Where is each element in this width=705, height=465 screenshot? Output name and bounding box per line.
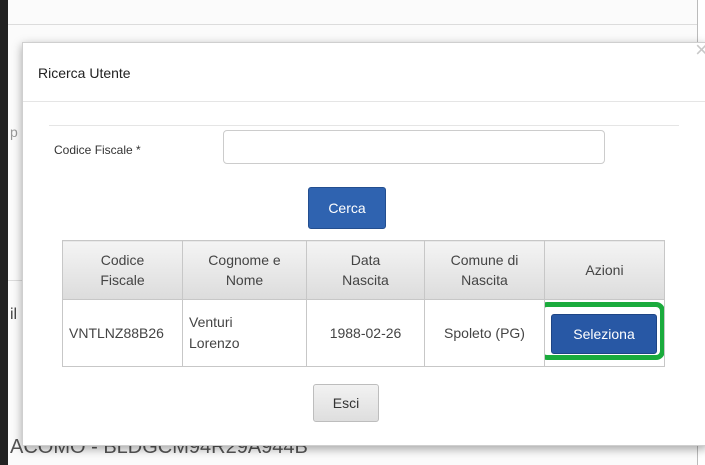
column-header-cognome-nome: Cognome e Nome [182, 240, 307, 300]
background-text-fragment: il [10, 306, 18, 323]
cell-data-nascita: 1988-02-26 [306, 299, 425, 367]
background-divider [8, 24, 697, 25]
search-button[interactable]: Cerca [308, 187, 386, 229]
form-divider [49, 125, 679, 126]
results-table: Codice Fiscale Cognome e Nome Data Nasci… [62, 240, 665, 367]
codice-fiscale-input[interactable] [223, 130, 605, 164]
window-frame-left [0, 0, 8, 465]
table-row: VNTLNZ88B26 Venturi Lorenzo 1988-02-26 S… [62, 299, 665, 367]
close-icon[interactable]: × [695, 39, 705, 61]
column-header-data-nascita: Data Nascita [306, 240, 425, 300]
background-text-fragment: p [10, 124, 18, 140]
search-user-modal: Ricerca Utente × Codice Fiscale * Cerca … [22, 39, 705, 446]
select-user-button[interactable]: Seleziona [551, 314, 657, 354]
exit-button[interactable]: Esci [313, 384, 379, 422]
cell-codice-fiscale: VNTLNZ88B26 [62, 299, 183, 367]
cell-azioni: Seleziona [544, 299, 665, 367]
column-header-azioni: Azioni [544, 240, 665, 300]
modal-header: Ricerca Utente × [23, 39, 705, 102]
cell-cognome-nome: Venturi Lorenzo [182, 299, 307, 367]
cell-comune-nascita: Spoleto (PG) [424, 299, 545, 367]
column-header-comune-nascita: Comune di Nascita [424, 240, 545, 300]
modal-title: Ricerca Utente [38, 65, 131, 81]
table-header-row: Codice Fiscale Cognome e Nome Data Nasci… [62, 240, 665, 300]
column-header-codice-fiscale: Codice Fiscale [62, 240, 183, 300]
codice-fiscale-label: Codice Fiscale * [54, 143, 141, 157]
